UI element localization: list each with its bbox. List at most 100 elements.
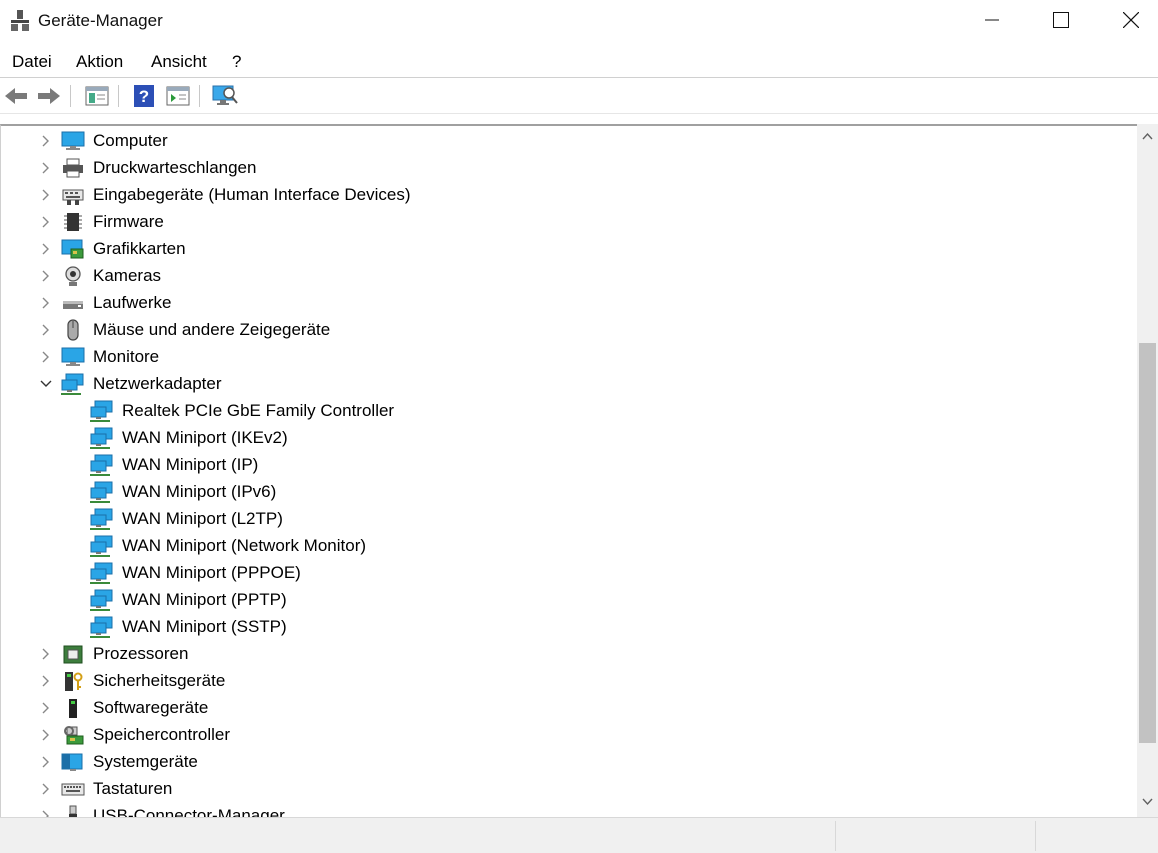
show-hide-tree-button[interactable] [84,83,110,109]
tree-item-label: Tastaturen [93,779,173,798]
chevron-right-icon[interactable] [38,700,54,716]
tree-category[interactable]: Firmware [1,209,1131,236]
tree-category[interactable]: Softwaregeräte [1,695,1131,722]
tree-device[interactable]: WAN Miniport (PPTP) [1,587,1131,614]
title-bar: Geräte-Manager [0,0,1158,44]
tree-item-label: Mäuse und andere Zeigegeräte [93,320,331,339]
tree-item-label: Monitore [93,347,160,366]
vertical-scrollbar[interactable] [1137,124,1158,817]
chevron-right-icon[interactable] [38,322,54,338]
network-adapter-icon [90,508,113,530]
tree-category[interactable]: Laufwerke [1,290,1131,317]
menu-divider [0,77,1158,78]
chevron-right-icon[interactable] [38,160,54,176]
tree-category[interactable]: Computer [1,128,1131,155]
chevron-right-icon[interactable] [38,268,54,284]
toolbar-divider [0,113,1158,114]
chevron-right-icon[interactable] [38,295,54,311]
tree-category[interactable]: Druckwarteschlangen [1,155,1131,182]
tree-device[interactable]: WAN Miniport (SSTP) [1,614,1131,641]
tree-category[interactable]: Monitore [1,344,1131,371]
scroll-down-icon[interactable] [1142,798,1153,806]
tree-device[interactable]: WAN Miniport (PPPOE) [1,560,1131,587]
menu-aktion[interactable]: Aktion [76,52,123,72]
tree-item-label: Netzwerkadapter [93,374,222,393]
minimize-icon [985,19,999,21]
tree-category[interactable]: Prozessoren [1,641,1131,668]
chevron-right-icon[interactable] [38,646,54,662]
tree-item-label: Computer [93,131,168,150]
tree-category[interactable]: Speichercontroller [1,722,1131,749]
chevron-right-icon[interactable] [38,187,54,203]
tree-item-label: WAN Miniport (Network Monitor) [122,536,367,555]
scrollbar-thumb[interactable] [1139,343,1156,743]
network-adapter-icon [90,454,113,476]
tree-category[interactable]: Kameras [1,263,1131,290]
chevron-right-icon[interactable] [38,349,54,365]
network-adapter-icon [90,400,113,422]
close-button[interactable] [1108,0,1154,40]
chevron-down-icon[interactable] [38,376,54,392]
scan-hardware-button[interactable] [212,83,238,109]
toolbar: ? [0,79,1158,113]
menu-datei[interactable]: Datei [12,52,52,72]
chevron-right-icon[interactable] [38,133,54,149]
tree-device[interactable]: WAN Miniport (L2TP) [1,506,1131,533]
tree-item-label: Grafikkarten [93,239,186,258]
minimize-button[interactable] [969,0,1015,40]
network-adapter-icon [90,427,113,449]
toolbar-separator [118,85,119,107]
tree-device[interactable]: WAN Miniport (IPv6) [1,479,1131,506]
chevron-right-icon[interactable] [38,754,54,770]
tree-item-label: Druckwarteschlangen [93,158,257,177]
menu-ansicht[interactable]: Ansicht [151,52,207,72]
chevron-right-icon[interactable] [38,727,54,743]
tree-item-label: Laufwerke [93,293,172,312]
tree-item-label: USB-Connector-Manager [93,806,285,817]
hid-icon [62,189,84,205]
tree-device[interactable]: WAN Miniport (IKEv2) [1,425,1131,452]
chevron-right-icon[interactable] [38,241,54,257]
tree-item-label: Systemgeräte [93,752,198,771]
tree-device[interactable]: Realtek PCIe GbE Family Controller [1,398,1131,425]
chevron-right-icon[interactable] [38,214,54,230]
scroll-up-icon[interactable] [1142,132,1153,140]
display-adapter-icon [61,239,84,259]
security-device-icon [65,672,83,691]
tree-category[interactable]: Netzwerkadapter [1,371,1131,398]
forward-button[interactable] [36,83,62,109]
scan-hardware-icon [212,85,238,105]
storage-controller-icon [64,726,84,745]
chevron-right-icon[interactable] [38,673,54,689]
tree-device[interactable]: WAN Miniport (IP) [1,452,1131,479]
tree-item-label: WAN Miniport (IPv6) [122,482,277,501]
tree-item-label: WAN Miniport (PPTP) [122,590,287,609]
tree-device[interactable]: WAN Miniport (Network Monitor) [1,533,1131,560]
help-button[interactable]: ? [131,83,157,109]
properties-button[interactable] [165,83,191,109]
toolbar-separator [70,85,71,107]
tree-item-label: Eingabegeräte (Human Interface Devices) [93,185,411,204]
back-button[interactable] [3,83,29,109]
tree-category[interactable]: USB-Connector-Manager [1,803,1131,817]
network-adapter-icon [61,373,84,395]
tree-category[interactable]: Grafikkarten [1,236,1131,263]
chevron-right-icon[interactable] [38,808,54,817]
tree-item-label: Sicherheitsgeräte [93,671,226,690]
tree-category[interactable]: Systemgeräte [1,749,1131,776]
tree-category[interactable]: Eingabegeräte (Human Interface Devices) [1,182,1131,209]
maximize-button[interactable] [1038,0,1084,40]
close-icon [1123,12,1139,28]
menu-help[interactable]: ? [232,52,241,72]
tree-category[interactable]: Sicherheitsgeräte [1,668,1131,695]
tree-category[interactable]: Mäuse und andere Zeigegeräte [1,317,1131,344]
printer-icon [63,158,83,178]
help-icon: ? [134,85,154,107]
device-tree[interactable]: Computer Druckwarteschlangen Eingabegeräte… [0,124,1137,817]
disk-drive-icon [63,301,83,309]
tree-category[interactable]: Tastaturen [1,776,1131,803]
chevron-right-icon[interactable] [38,781,54,797]
status-divider [1035,821,1036,851]
keyboard-icon [61,783,85,796]
network-adapter-icon [90,481,113,503]
